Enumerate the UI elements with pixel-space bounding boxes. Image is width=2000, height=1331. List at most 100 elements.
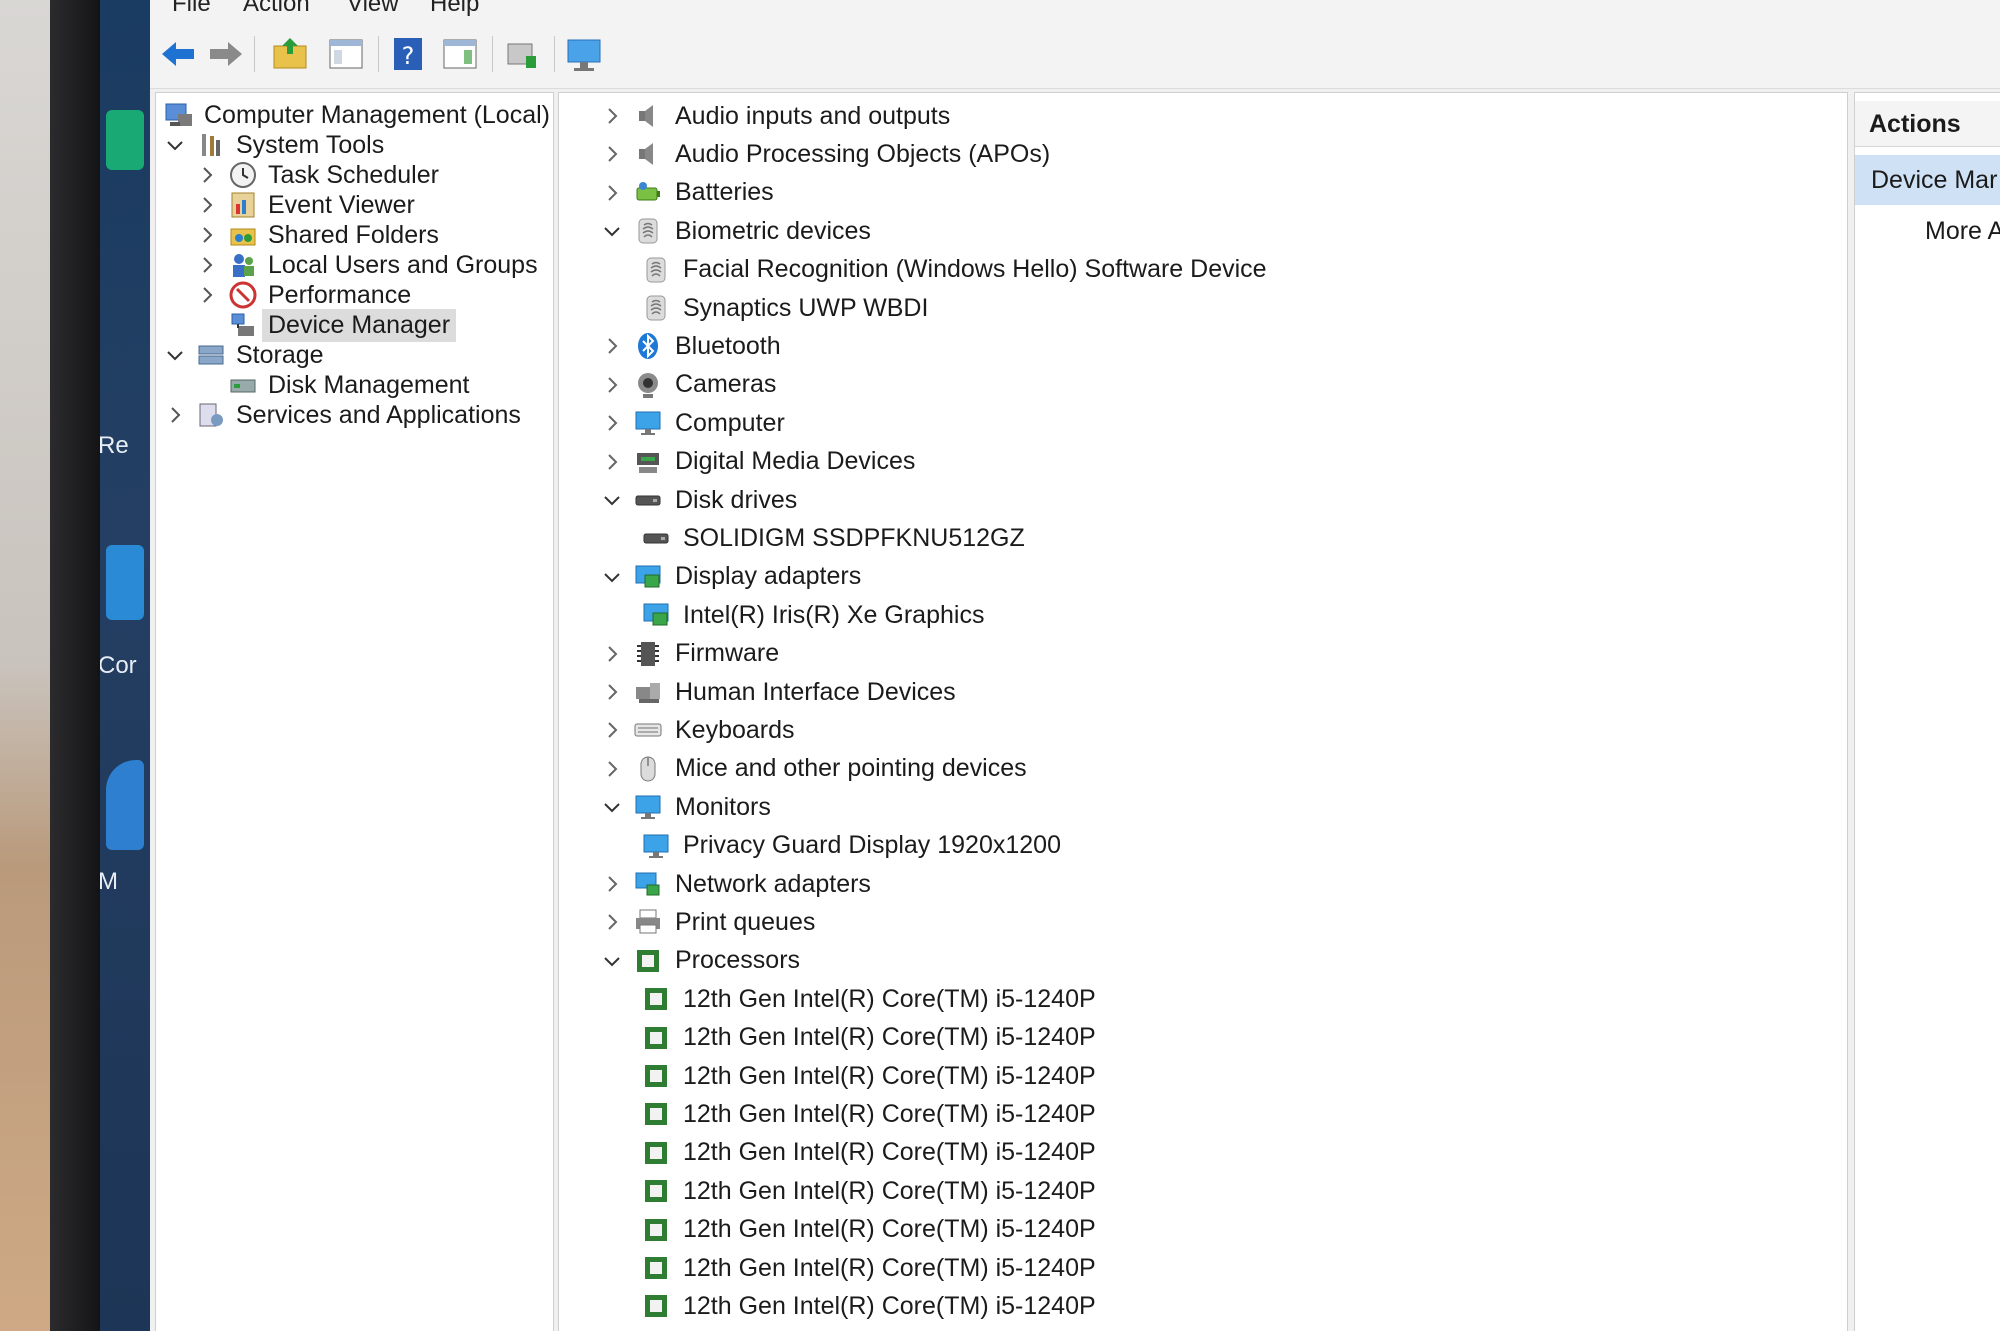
device-row-category[interactable]: Mice and other pointing devices	[601, 751, 1027, 787]
chevron-right-icon[interactable]	[601, 643, 623, 665]
chevron-down-icon[interactable]	[601, 220, 623, 242]
chevron-right-icon[interactable]	[196, 224, 218, 246]
chevron-right-icon[interactable]	[601, 911, 623, 933]
device-row-category[interactable]: Biometric devices	[601, 213, 871, 249]
device-label: Firmware	[675, 639, 780, 668]
menu-action[interactable]: Action	[243, 0, 310, 18]
device-row-device[interactable]: Intel(R) Iris(R) Xe Graphics	[641, 597, 984, 633]
chevron-right-icon[interactable]	[601, 335, 623, 357]
chevron-right-icon[interactable]	[196, 164, 218, 186]
device-row-device[interactable]: Synaptics UWP WBDI	[641, 290, 928, 326]
device-label: Synaptics UWP WBDI	[683, 293, 929, 322]
desktop-app-icon[interactable]	[106, 760, 144, 850]
menu-help[interactable]: Help	[430, 0, 479, 18]
device-row-category[interactable]: Audio inputs and outputs	[601, 98, 950, 134]
chevron-right-icon[interactable]	[601, 143, 623, 165]
actions-more-actions[interactable]: More A	[1925, 217, 2000, 246]
chevron-right-icon[interactable]	[601, 412, 623, 434]
chevron-right-icon[interactable]	[601, 105, 623, 127]
device-row-category[interactable]: Print queues	[601, 904, 815, 940]
chevron-right-icon[interactable]	[196, 194, 218, 216]
device-row-device[interactable]: 12th Gen Intel(R) Core(TM) i5-1240P	[641, 1212, 1096, 1248]
chevron-right-icon[interactable]	[196, 284, 218, 306]
chevron-right-icon[interactable]	[196, 254, 218, 276]
chevron-down-icon[interactable]	[601, 796, 623, 818]
device-row-device[interactable]: Privacy Guard Display 1920x1200	[641, 828, 1061, 864]
chevron-right-icon[interactable]	[601, 182, 623, 204]
device-row-category[interactable]: Computer	[601, 405, 785, 441]
users-icon	[233, 254, 254, 277]
device-row-device[interactable]: 12th Gen Intel(R) Core(TM) i5-1240P	[641, 1058, 1096, 1094]
tree-item-services-and-applications[interactable]: Services and Applications	[164, 397, 521, 433]
chevron-right-icon[interactable]	[601, 758, 623, 780]
device-row-category[interactable]: Firmware	[601, 636, 779, 672]
device-row-device[interactable]: Facial Recognition (Windows Hello) Softw…	[641, 252, 1267, 288]
actions-device-manager[interactable]: Device Mar	[1855, 155, 2000, 205]
tree-item-label: Task Scheduler	[268, 160, 439, 189]
desktop-app-icon[interactable]	[106, 110, 144, 170]
device-row-device[interactable]: 12th Gen Intel(R) Core(TM) i5-1240P	[641, 1020, 1096, 1056]
device-row-category[interactable]: Audio Processing Objects (APOs)	[601, 136, 1050, 172]
desktop-app-icon[interactable]	[106, 545, 144, 620]
device-row-device[interactable]: 12th Gen Intel(R) Core(TM) i5-1240P	[641, 1288, 1096, 1324]
chevron-right-icon[interactable]	[601, 451, 623, 473]
back-arrow-icon[interactable]	[158, 34, 198, 74]
menu-bar: File Action View Help	[150, 0, 2000, 22]
device-label: Mice and other pointing devices	[675, 754, 1027, 783]
chevron-down-icon[interactable]	[164, 134, 186, 156]
chevron-down-icon[interactable]	[601, 566, 623, 588]
chevron-down-icon[interactable]	[601, 489, 623, 511]
device-row-category[interactable]: Human Interface Devices	[601, 674, 956, 710]
processor-icon	[645, 1103, 667, 1126]
services-icon	[199, 403, 223, 427]
menu-view[interactable]: View	[347, 0, 399, 18]
chevron-right-icon[interactable]	[164, 404, 186, 426]
device-row-category[interactable]: Batteries	[601, 175, 774, 211]
device-row-category[interactable]: Disk drives	[601, 482, 797, 518]
actions-pane: Actions Device Mar More A	[1854, 92, 2000, 1331]
device-label: 12th Gen Intel(R) Core(TM) i5-1240P	[683, 1291, 1096, 1320]
chevron-right-icon[interactable]	[601, 681, 623, 703]
tree-item-label: Local Users and Groups	[268, 250, 538, 279]
chevron-right-icon[interactable]	[601, 374, 623, 396]
device-row-category[interactable]: Monitors	[601, 789, 771, 825]
device-row-category[interactable]: Display adapters	[601, 559, 861, 595]
update-driver-icon[interactable]	[502, 34, 542, 74]
show-hide-action-pane-icon[interactable]	[440, 34, 480, 74]
processor-icon	[645, 988, 667, 1011]
device-row-category[interactable]: Network adapters	[601, 866, 871, 902]
scan-hardware-icon[interactable]	[564, 34, 604, 74]
chevron-down-icon[interactable]	[164, 344, 186, 366]
chevron-down-icon[interactable]	[601, 950, 623, 972]
device-list: Audio inputs and outputs Audio Processing…	[558, 92, 1848, 1331]
network-icon	[635, 872, 660, 896]
show-hide-console-tree-icon[interactable]	[326, 34, 366, 74]
device-row-category[interactable]: Cameras	[601, 367, 776, 403]
menu-file[interactable]: File	[172, 0, 211, 18]
device-row-category[interactable]: Digital Media Devices	[601, 444, 915, 480]
device-row-category[interactable]: Bluetooth	[601, 328, 781, 364]
desktop-icon-label: Re	[100, 432, 129, 459]
device-row-device[interactable]: 12th Gen Intel(R) Core(TM) i5-1240P	[641, 1135, 1096, 1171]
fingerprint-icon	[638, 218, 658, 244]
processor-icon	[645, 1180, 667, 1203]
device-row-category[interactable]: Keyboards	[601, 712, 795, 748]
chevron-right-icon[interactable]	[601, 719, 623, 741]
device-row-device[interactable]: 12th Gen Intel(R) Core(TM) i5-1240P	[641, 981, 1096, 1017]
device-row-device[interactable]: SOLIDIGM SSDPFKNU512GZ	[641, 520, 1025, 556]
camera-icon	[638, 372, 658, 398]
device-row-category[interactable]: Processors	[601, 943, 800, 979]
device-label: Audio inputs and outputs	[675, 101, 951, 130]
desktop-icon-label: M	[100, 868, 118, 895]
up-folder-icon[interactable]	[270, 34, 310, 74]
device-row-device[interactable]: 12th Gen Intel(R) Core(TM) i5-1240P	[641, 1250, 1096, 1286]
device-label: Facial Recognition (Windows Hello) Softw…	[683, 255, 1267, 284]
device-row-device[interactable]: 12th Gen Intel(R) Core(TM) i5-1240P	[641, 1173, 1096, 1209]
help-icon[interactable]: ?	[388, 34, 428, 74]
device-label: Network adapters	[675, 869, 871, 898]
chevron-right-icon[interactable]	[601, 873, 623, 895]
device-label: 12th Gen Intel(R) Core(TM) i5-1240P	[683, 984, 1096, 1013]
forward-arrow-icon[interactable]	[206, 34, 246, 74]
actions-title: Actions	[1855, 101, 2000, 147]
device-row-device[interactable]: 12th Gen Intel(R) Core(TM) i5-1240P	[641, 1096, 1096, 1132]
